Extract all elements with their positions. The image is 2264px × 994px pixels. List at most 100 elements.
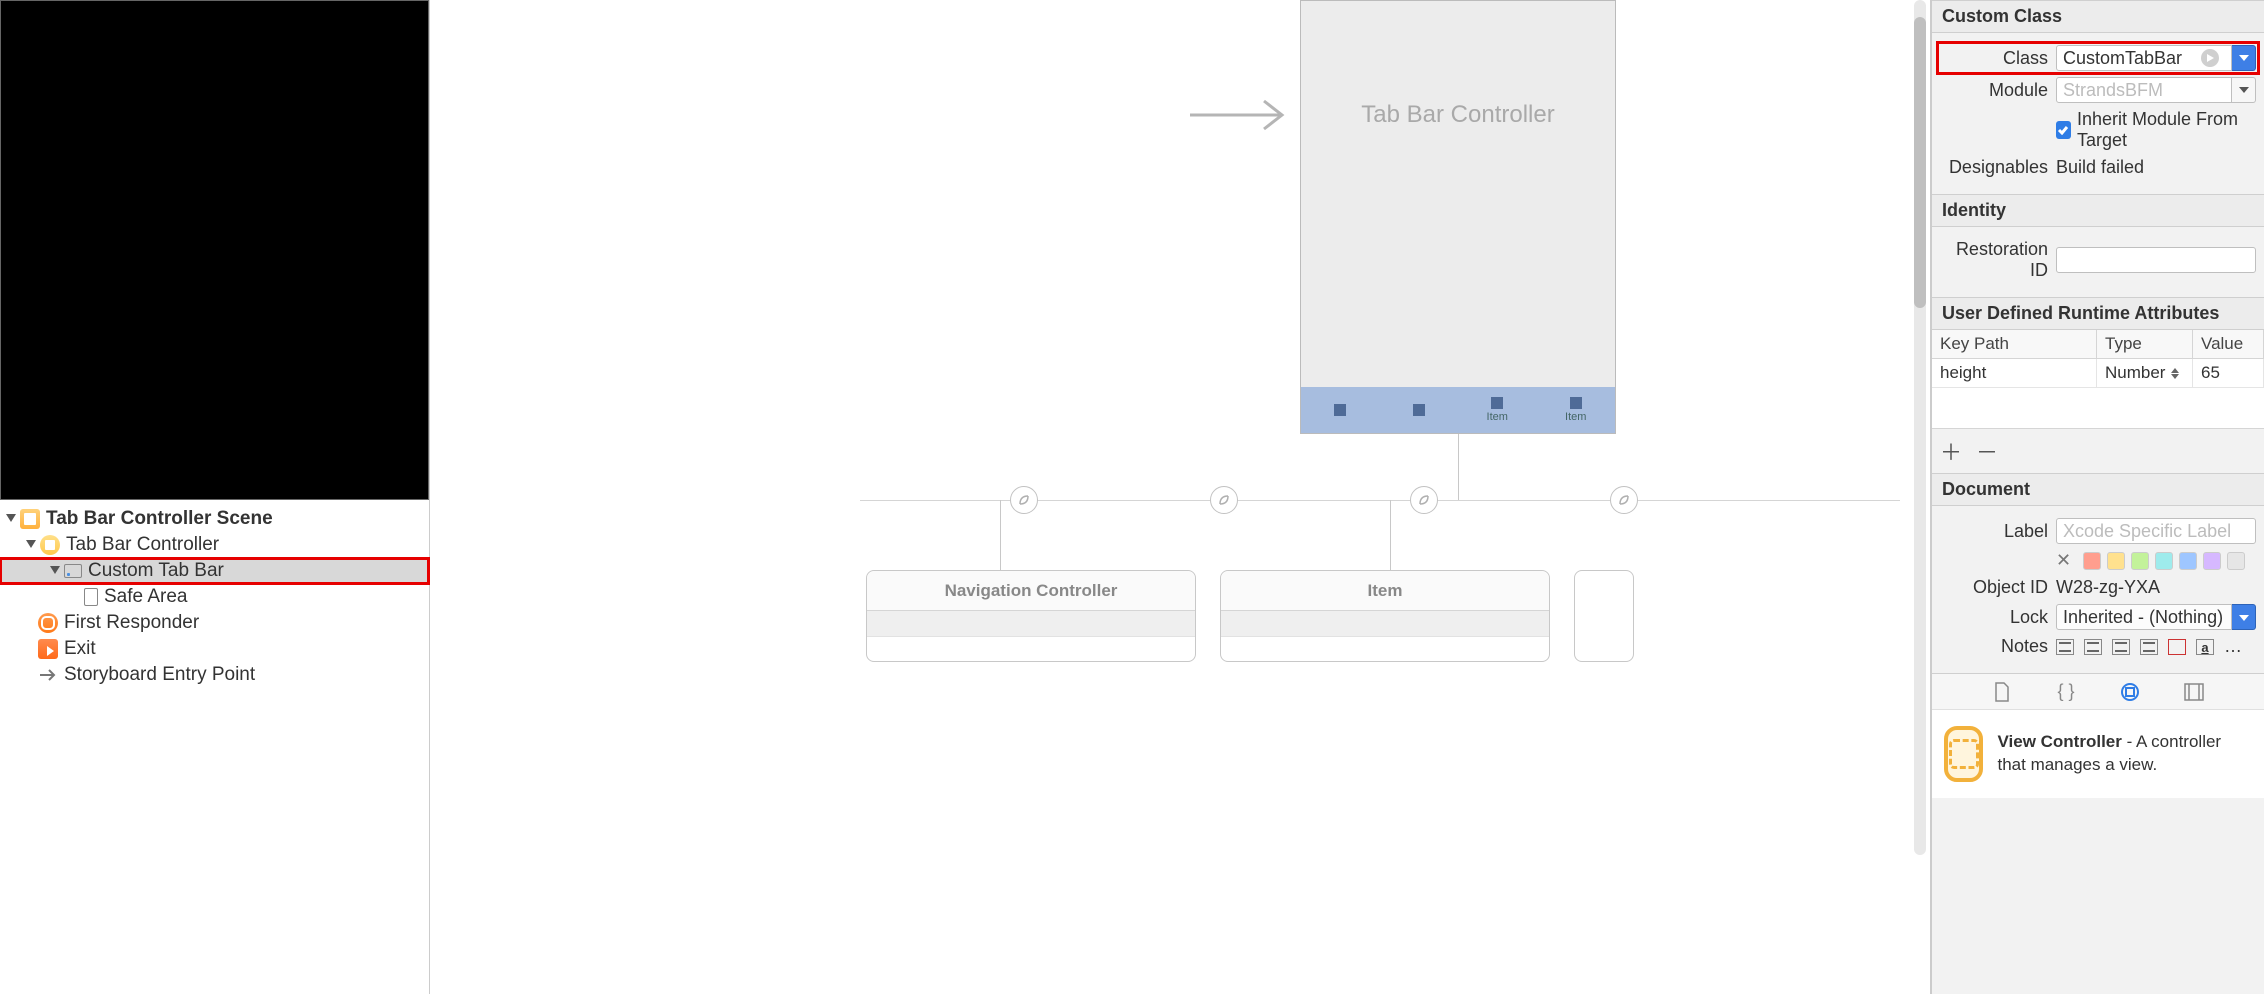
class-dropdown-button[interactable] (2232, 45, 2256, 71)
more-icon[interactable]: … (2224, 636, 2242, 657)
swatch-row: ✕ (1940, 550, 2256, 571)
inherit-checkbox[interactable] (2056, 121, 2071, 139)
color-swatch[interactable] (2203, 552, 2221, 570)
disclosure-triangle-icon[interactable] (24, 538, 38, 552)
segue-line (1390, 500, 1391, 570)
exit-icon (38, 639, 58, 659)
segue-relationship-icon[interactable] (1610, 486, 1638, 514)
align-left-icon[interactable] (2056, 639, 2074, 655)
identity-inspector: Custom Class Class CustomTabBar Module S… (1931, 0, 2264, 994)
canvas-preview (0, 0, 429, 500)
lock-select[interactable]: Inherited - (Nothing) (2056, 604, 2232, 630)
tab-item-label: Item (1565, 412, 1586, 423)
outline-label: Exit (64, 638, 96, 660)
outline-first-responder-row[interactable]: First Responder (0, 610, 429, 636)
segue-relationship-icon[interactable] (1010, 486, 1038, 514)
align-right-icon[interactable] (2112, 639, 2130, 655)
library-media-tab[interactable] (2183, 681, 2205, 703)
tab-bar-controller-scene[interactable]: Tab Bar Controller Item Item (1300, 0, 1616, 434)
add-attr-button[interactable]: ＋ (1940, 435, 1962, 467)
scene-title: Tab Bar Controller (1301, 101, 1615, 129)
clear-label-color-button[interactable]: ✕ (2056, 550, 2071, 571)
go-arrow-icon[interactable] (2201, 49, 2219, 67)
library-file-tab[interactable] (1991, 681, 2013, 703)
scrollbar-thumb[interactable] (1914, 17, 1926, 308)
segue-relationship-icon[interactable] (1210, 486, 1238, 514)
section-title: Document (1932, 473, 2264, 506)
color-swatch[interactable] (2155, 552, 2173, 570)
library-tab-bar: { } (1932, 673, 2264, 709)
format-icon[interactable] (2168, 639, 2186, 655)
color-swatch[interactable] (2107, 552, 2125, 570)
remove-attr-button[interactable]: － (1976, 435, 1998, 467)
color-swatch[interactable] (2083, 552, 2101, 570)
document-outline: Tab Bar Controller Scene Tab Bar Control… (0, 500, 429, 994)
section-title: Custom Class (1932, 0, 2264, 33)
tab-item[interactable]: Item (1537, 387, 1616, 433)
entry-point-icon (38, 665, 58, 685)
library-object-tab[interactable] (2119, 681, 2141, 703)
col-header[interactable]: Value (2193, 330, 2264, 358)
stepper-icon[interactable] (2171, 368, 2181, 379)
align-justify-icon[interactable] (2140, 639, 2158, 655)
child-scene[interactable]: Item (1220, 570, 1550, 662)
designables-row: Designables Build failed (1940, 157, 2256, 178)
first-responder-icon (38, 613, 58, 633)
module-dropdown-button[interactable] (2232, 77, 2256, 103)
scrollbar[interactable] (1914, 0, 1926, 855)
outline-entry-row[interactable]: Storyboard Entry Point (0, 662, 429, 688)
attr-value[interactable]: 65 (2193, 359, 2264, 387)
child-scene-title: Item (1221, 571, 1549, 611)
library-item-text: View Controller - A controller that mana… (1997, 731, 2252, 777)
runtime-attrs-header: Key Path Type Value (1932, 330, 2264, 359)
restoration-input[interactable] (2056, 247, 2256, 273)
tab-item[interactable] (1301, 387, 1380, 433)
tab-item[interactable] (1380, 387, 1459, 433)
designables-value: Build failed (2056, 157, 2256, 178)
color-swatch[interactable] (2131, 552, 2149, 570)
outline-custom-tab-bar-row[interactable]: Custom Tab Bar (0, 558, 429, 584)
tab-bar[interactable]: Item Item (1301, 387, 1615, 433)
tab-bar-icon (64, 564, 82, 578)
outline-controller-row[interactable]: Tab Bar Controller (0, 532, 429, 558)
disclosure-triangle-icon[interactable] (4, 512, 18, 526)
runtime-attrs-row[interactable]: height Number 65 (1932, 359, 2264, 388)
module-input[interactable]: StrandsBFM (2056, 77, 2232, 103)
outline-label: First Responder (64, 612, 199, 634)
color-swatch[interactable] (2179, 552, 2197, 570)
module-row: Module StrandsBFM (1940, 77, 2256, 103)
outline-safe-area-row[interactable]: Safe Area (0, 584, 429, 610)
child-scene-title: Navigation Controller (867, 571, 1195, 611)
col-header[interactable]: Type (2097, 330, 2193, 358)
class-input[interactable]: CustomTabBar (2056, 45, 2232, 71)
col-header[interactable]: Key Path (1932, 330, 2097, 358)
outline-scene-row[interactable]: Tab Bar Controller Scene (0, 506, 429, 532)
field-label: Object ID (1940, 577, 2056, 598)
align-center-icon[interactable] (2084, 639, 2102, 655)
controller-icon (40, 535, 60, 555)
label-input[interactable]: Xcode Specific Label (2056, 518, 2256, 544)
lock-dropdown-button[interactable] (2232, 604, 2256, 630)
attr-type[interactable]: Number (2097, 359, 2193, 387)
attr-keypath[interactable]: height (1932, 359, 2097, 387)
library-code-tab[interactable]: { } (2055, 681, 2077, 703)
underline-icon[interactable]: a (2196, 639, 2214, 655)
tab-square-icon (1491, 397, 1503, 409)
color-swatch[interactable] (2227, 552, 2245, 570)
library-item[interactable]: View Controller - A controller that mana… (1932, 709, 2264, 798)
child-scene-body (1221, 611, 1549, 637)
storyboard-canvas[interactable]: Tab Bar Controller Item Item Navigation … (430, 0, 1931, 994)
child-scene-body (867, 611, 1195, 637)
outline-label: Custom Tab Bar (88, 560, 224, 582)
tab-square-icon (1413, 404, 1425, 416)
tab-item[interactable]: Item (1458, 387, 1537, 433)
segue-relationship-icon[interactable] (1410, 486, 1438, 514)
disclosure-triangle-icon[interactable] (48, 564, 62, 578)
tab-item-label: Item (1487, 412, 1508, 423)
outline-exit-row[interactable]: Exit (0, 636, 429, 662)
child-scene[interactable] (1574, 570, 1634, 662)
inherit-row: Inherit Module From Target (1940, 109, 2256, 151)
objectid-row: Object ID W28-zg-YXA (1940, 577, 2256, 598)
child-scene[interactable]: Navigation Controller (866, 570, 1196, 662)
field-label: Designables (1940, 157, 2056, 178)
